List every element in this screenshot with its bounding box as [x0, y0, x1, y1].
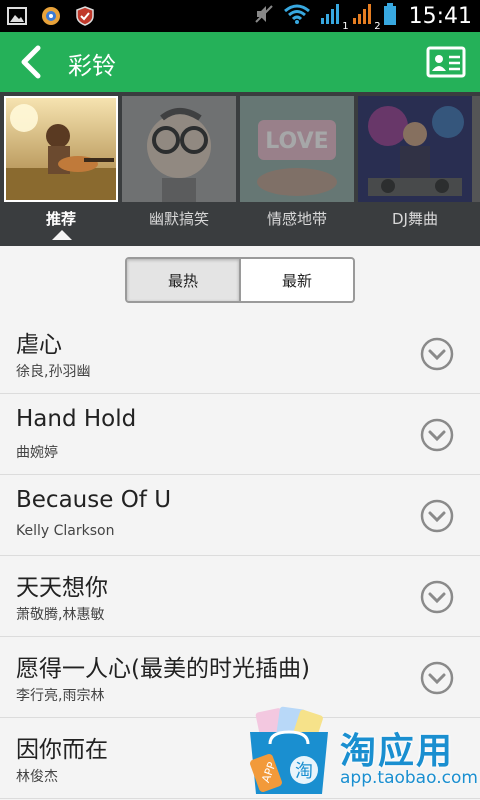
category-strip: 推荐 幽默搞笑 LOVE 情感地带 DJ舞曲 — [0, 92, 480, 246]
category-next-partial[interactable] — [472, 96, 480, 246]
sim1-label: 1 — [342, 21, 349, 32]
list-item[interactable]: 天天想你 萧敬腾,林惠敏 — [0, 556, 480, 637]
song-artist: 曲婉婷 — [16, 445, 58, 461]
humor-thumbnail — [122, 96, 236, 202]
category-label: 推荐 — [45, 210, 76, 228]
category-humor[interactable]: 幽默搞笑 — [122, 96, 236, 246]
mute-icon — [253, 3, 275, 29]
song-title: 天天想你 — [16, 575, 108, 601]
selected-indicator — [52, 230, 72, 240]
dj-thumbnail — [358, 96, 472, 202]
battery-icon — [383, 2, 397, 30]
sim2-label: 2 — [374, 21, 381, 32]
expand-chevron-icon[interactable] — [420, 661, 454, 695]
list-item[interactable]: Because Of U Kelly Clarkson — [0, 475, 480, 556]
gallery-icon — [6, 5, 28, 27]
category-dj[interactable]: DJ舞曲 — [358, 96, 472, 246]
back-arrow-icon — [21, 45, 41, 79]
recommend-thumbnail — [4, 96, 118, 202]
category-emotion[interactable]: LOVE 情感地带 — [240, 96, 354, 246]
category-label: DJ舞曲 — [392, 210, 438, 228]
sort-tabs: 最热 最新 — [125, 257, 355, 303]
browser-icon — [40, 5, 62, 27]
song-title: Hand Hold — [16, 406, 137, 432]
expand-chevron-icon[interactable] — [420, 337, 454, 371]
song-title: 虐心 — [16, 332, 62, 358]
profile-card-button[interactable] — [426, 46, 466, 78]
clock: 15:41 — [408, 3, 472, 29]
expand-chevron-icon[interactable] — [420, 499, 454, 533]
song-title: 因你而在 — [16, 737, 108, 763]
list-item[interactable]: Hand Hold 曲婉婷 — [0, 394, 480, 475]
svg-text:LOVE: LOVE — [265, 129, 328, 154]
wifi-icon — [283, 3, 311, 29]
taobao-app-ad[interactable]: APP 淘 淘应用 app.taobao.com — [240, 700, 480, 800]
song-title: Because Of U — [16, 487, 172, 513]
list-item[interactable]: 虐心 徐良,孙羽幽 — [0, 313, 480, 394]
signal-icon-sim2: 2 — [351, 2, 381, 32]
emotion-thumbnail: LOVE — [240, 96, 354, 202]
song-artist: 林俊杰 — [16, 769, 58, 785]
song-artist: 徐良,孙羽幽 — [16, 364, 91, 380]
expand-chevron-icon[interactable] — [420, 418, 454, 452]
song-artist: 李行亮,雨宗林 — [16, 688, 105, 704]
tab-newest[interactable]: 最新 — [241, 259, 353, 301]
security-icon — [74, 5, 96, 27]
app-header: 彩铃 — [0, 32, 480, 92]
id-card-icon — [426, 46, 466, 78]
tab-hottest[interactable]: 最热 — [127, 259, 241, 301]
back-button[interactable] — [14, 44, 50, 80]
status-bar: 1 2 15:41 — [0, 0, 480, 32]
song-artist: Kelly Clarkson — [16, 523, 115, 539]
page-title: 彩铃 — [68, 52, 116, 80]
song-title: 愿得一人心(最美的时光插曲) — [16, 656, 310, 682]
song-artist: 萧敬腾,林惠敏 — [16, 607, 105, 623]
expand-chevron-icon[interactable] — [420, 580, 454, 614]
svg-text:淘: 淘 — [295, 761, 313, 782]
signal-icon-sim1: 1 — [319, 2, 349, 32]
ad-brand: 淘应用 — [340, 731, 455, 772]
ad-url: app.taobao.com — [340, 768, 478, 788]
next-thumbnail — [472, 96, 480, 202]
category-recommend[interactable]: 推荐 — [4, 96, 118, 246]
category-label: 幽默搞笑 — [148, 210, 209, 228]
category-label: 情感地带 — [266, 210, 327, 228]
shopping-bag-icon: APP 淘 — [244, 706, 334, 798]
